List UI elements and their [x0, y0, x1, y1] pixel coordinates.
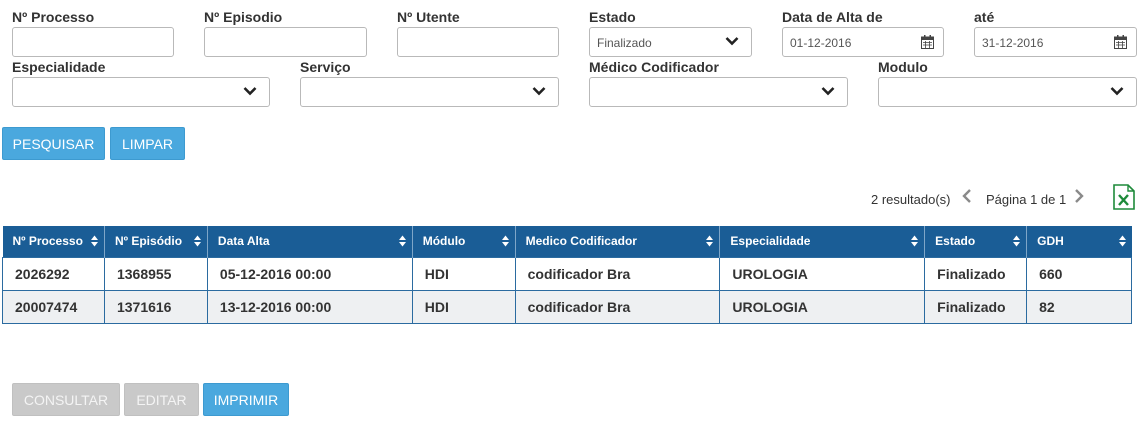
chevron-down-icon — [532, 87, 546, 96]
cell-episodio: 1371616 — [103, 289, 208, 324]
cell-medico: codificador Bra — [514, 289, 721, 324]
label-medico: Médico Codificador — [589, 59, 719, 75]
cell-modulo: HDI — [411, 289, 516, 324]
column-header-label: Medico Codificador — [525, 234, 637, 249]
label-utente: Nº Utente — [397, 9, 460, 25]
chevron-down-icon — [1110, 87, 1124, 96]
imprimir-button[interactable]: IMPRIMIR — [203, 383, 289, 416]
label-processo: Nº Processo — [12, 9, 95, 25]
medico-select[interactable] — [589, 77, 848, 107]
cell-gdh: 660 — [1026, 256, 1132, 291]
calendar-icon[interactable] — [1114, 35, 1127, 49]
sort-icon — [1013, 235, 1021, 247]
column-header-label: Nº Processo — [12, 234, 83, 249]
estado-value: Finalizado — [597, 36, 652, 50]
cell-modulo: HDI — [411, 256, 516, 291]
cell-gdh: 82 — [1026, 289, 1132, 324]
cell-processo: 2026292 — [2, 256, 105, 291]
label-episodio: Nº Episodio — [204, 9, 283, 25]
column-header-modulo[interactable]: Módulo — [411, 226, 516, 257]
pesquisar-button[interactable]: PESQUISAR — [2, 127, 105, 160]
column-header-especialidade[interactable]: Especialidade — [719, 226, 925, 257]
cell-data-alta: 05-12-2016 00:00 — [206, 256, 413, 291]
chevron-left-icon[interactable] — [961, 188, 973, 204]
cell-especialidade: UROLOGIA — [719, 289, 926, 324]
chevron-down-icon — [725, 37, 739, 46]
data-alta-de-value: 01-12-2016 — [790, 36, 852, 50]
sort-icon — [501, 235, 509, 247]
sort-icon — [1118, 235, 1126, 247]
column-header-estado[interactable]: Estado — [924, 226, 1027, 257]
ate-input[interactable]: 31-12-2016 — [974, 27, 1137, 57]
results-count: 2 resultado(s) — [871, 192, 951, 207]
cell-estado: Finalizado — [924, 289, 1028, 324]
column-header-data-alta[interactable]: Data Alta — [206, 226, 413, 257]
processo-input[interactable] — [12, 27, 174, 57]
page-indicator: Página 1 de 1 — [986, 192, 1067, 207]
modulo-select[interactable] — [878, 77, 1137, 107]
label-modulo: Modulo — [878, 59, 928, 75]
label-especialidade: Especialidade — [12, 59, 106, 75]
chevron-down-icon — [243, 87, 257, 96]
results-table: Nº Processo Nº Episódio Data Alta Módulo… — [2, 226, 1132, 324]
table-row[interactable]: 2026292 1368955 05-12-2016 00:00 HDI cod… — [2, 256, 1132, 291]
sort-icon — [398, 235, 406, 247]
cell-episodio: 1368955 — [103, 256, 208, 291]
chevron-right-icon[interactable] — [1073, 188, 1085, 204]
pager: 2 resultado(s) Página 1 de 1 — [860, 184, 1140, 211]
cell-data-alta: 13-12-2016 00:00 — [206, 289, 413, 324]
consultar-button[interactable]: CONSULTAR — [12, 383, 120, 416]
sort-icon — [911, 235, 919, 247]
column-header-label: Data Alta — [217, 234, 270, 249]
label-data-alta-de: Data de Alta de — [782, 9, 883, 25]
estado-select[interactable]: Finalizado — [589, 27, 752, 57]
especialidade-select[interactable] — [12, 77, 270, 107]
cell-estado: Finalizado — [924, 256, 1028, 291]
column-header-label: GDH — [1037, 234, 1064, 249]
column-header-processo[interactable]: Nº Processo — [2, 226, 105, 257]
table-row[interactable]: 20007474 1371616 13-12-2016 00:00 HDI co… — [2, 289, 1132, 324]
column-header-gdh[interactable]: GDH — [1026, 226, 1132, 257]
column-header-label: Nº Episódio — [114, 234, 183, 249]
sort-icon — [90, 235, 98, 247]
column-header-label: Especialidade — [730, 234, 811, 249]
servico-select[interactable] — [300, 77, 559, 107]
excel-icon[interactable] — [1113, 184, 1135, 210]
label-ate: até — [974, 9, 995, 25]
sort-icon — [706, 235, 714, 247]
calendar-icon[interactable] — [921, 35, 934, 49]
cell-medico: codificador Bra — [514, 256, 721, 291]
ate-value: 31-12-2016 — [982, 36, 1044, 50]
data-alta-de-input[interactable]: 01-12-2016 — [782, 27, 944, 57]
limpar-button[interactable]: LIMPAR — [110, 127, 185, 160]
table-header-row: Nº Processo Nº Episódio Data Alta Módulo… — [2, 226, 1132, 257]
column-header-medico[interactable]: Medico Codificador — [514, 226, 720, 257]
utente-input[interactable] — [397, 27, 559, 57]
label-estado: Estado — [589, 9, 636, 25]
cell-especialidade: UROLOGIA — [719, 256, 926, 291]
episodio-input[interactable] — [204, 27, 367, 57]
sort-icon — [193, 235, 201, 247]
column-header-label: Módulo — [422, 234, 466, 249]
column-header-episodio[interactable]: Nº Episódio — [103, 226, 208, 257]
label-servico: Serviço — [300, 59, 351, 75]
editar-button[interactable]: EDITAR — [124, 383, 199, 416]
cell-processo: 20007474 — [2, 289, 105, 324]
chevron-down-icon — [821, 87, 835, 96]
column-header-label: Estado — [935, 234, 976, 249]
